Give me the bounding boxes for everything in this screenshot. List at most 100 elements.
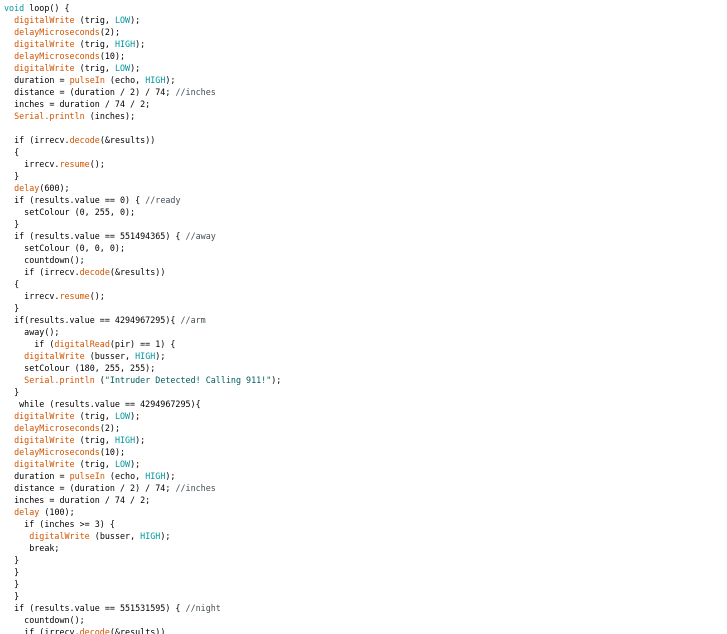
code-editor[interactable]: void loop() { digitalWrite (trig, LOW); … (4, 2, 724, 634)
code-function: decode (79, 267, 110, 277)
code-function: delay (14, 507, 40, 517)
code-line[interactable]: distance = (duration / 2) / 74; //inches (4, 86, 724, 98)
code-function: Serial.println (14, 111, 85, 121)
code-line[interactable]: { (4, 146, 724, 158)
code-line[interactable] (4, 122, 724, 134)
code-text: } (4, 591, 20, 601)
code-function: resume (59, 159, 90, 169)
code-text: setColour (180, 255, 255); (4, 363, 156, 373)
code-line[interactable]: delayMicroseconds(10); (4, 50, 724, 62)
code-line[interactable]: } (4, 578, 724, 590)
code-line[interactable]: if (irrecv.decode(&results)) (4, 626, 724, 634)
code-text: (10); (99, 51, 126, 61)
code-line[interactable]: if (irrecv.decode(&results)) (4, 134, 724, 146)
code-line[interactable]: delayMicroseconds(2); (4, 26, 724, 38)
code-text: (2); (99, 27, 120, 37)
code-line[interactable]: digitalWrite (trig, HIGH); (4, 38, 724, 50)
code-text: setColour (0, 0, 0); (4, 243, 126, 253)
code-text: setColour (0, 255, 0); (4, 207, 136, 217)
code-line[interactable]: if (digitalRead(pir) == 1) { (4, 338, 724, 350)
code-line[interactable]: digitalWrite (trig, LOW); (4, 410, 724, 422)
code-line[interactable]: digitalWrite (trig, LOW); (4, 14, 724, 26)
code-function: digitalRead (54, 339, 110, 349)
code-line[interactable]: distance = (duration / 2) / 74; //inches (4, 482, 724, 494)
code-text: (trig, (74, 411, 115, 421)
code-line[interactable]: { (4, 278, 724, 290)
code-text: (inches); (84, 111, 136, 121)
code-line[interactable]: duration = pulseIn (echo, HIGH); (4, 470, 724, 482)
code-text: (&results)) (109, 627, 166, 634)
code-text: ); (155, 351, 166, 361)
code-text: ( (94, 375, 105, 385)
code-line[interactable]: digitalWrite (trig, LOW); (4, 62, 724, 74)
code-text: { (4, 147, 20, 157)
code-function: digitalWrite (14, 435, 75, 445)
code-function: delayMicroseconds (14, 51, 100, 61)
code-text: ); (130, 459, 141, 469)
code-function: delayMicroseconds (14, 423, 100, 433)
code-text: } (4, 579, 20, 589)
code-line[interactable]: delayMicroseconds(10); (4, 446, 724, 458)
code-function: delayMicroseconds (14, 27, 100, 37)
code-function: digitalWrite (14, 63, 75, 73)
code-line[interactable]: countdown(); (4, 614, 724, 626)
code-text: (echo, (104, 471, 146, 481)
code-line[interactable]: } (4, 386, 724, 398)
code-line[interactable]: if (results.value == 0) { //ready (4, 194, 724, 206)
code-text: ); (135, 39, 146, 49)
code-line[interactable]: } (4, 590, 724, 602)
code-line[interactable]: } (4, 218, 724, 230)
code-line[interactable]: if(results.value == 4294967295){ //arm (4, 314, 724, 326)
code-line[interactable]: inches = duration / 74 / 2; (4, 494, 724, 506)
code-keyword: HIGH (145, 75, 166, 85)
code-line[interactable]: irrecv.resume(); (4, 290, 724, 302)
code-line[interactable]: delayMicroseconds(2); (4, 422, 724, 434)
code-line[interactable]: if (inches >= 3) { (4, 518, 724, 530)
code-function: digitalWrite (14, 411, 75, 421)
code-line[interactable]: } (4, 302, 724, 314)
code-line[interactable]: away(); (4, 326, 724, 338)
code-line[interactable]: countdown(); (4, 254, 724, 266)
code-line[interactable]: setColour (180, 255, 255); (4, 362, 724, 374)
code-line[interactable]: if (results.value == 551531595) { //nigh… (4, 602, 724, 614)
code-line[interactable]: } (4, 566, 724, 578)
code-keyword: LOW (114, 411, 131, 421)
code-line[interactable]: digitalWrite (busser, HIGH); (4, 530, 724, 542)
code-line[interactable]: break; (4, 542, 724, 554)
code-line[interactable]: setColour (0, 255, 0); (4, 206, 724, 218)
code-text: if (results.value == 0) { (4, 195, 146, 205)
code-keyword: HIGH (140, 531, 161, 541)
code-text: if (results.value == 551531595) { (4, 603, 186, 613)
code-line[interactable]: if (irrecv.decode(&results)) (4, 266, 724, 278)
code-line[interactable]: } (4, 170, 724, 182)
code-line[interactable]: void loop() { (4, 2, 724, 14)
code-line[interactable]: delay(600); (4, 182, 724, 194)
code-line[interactable]: duration = pulseIn (echo, HIGH); (4, 74, 724, 86)
code-text: { (4, 279, 20, 289)
code-keyword: HIGH (135, 351, 156, 361)
code-line[interactable]: digitalWrite (trig, HIGH); (4, 434, 724, 446)
code-line[interactable]: Serial.println ("Intruder Detected! Call… (4, 374, 724, 386)
code-line[interactable]: digitalWrite (busser, HIGH); (4, 350, 724, 362)
code-line[interactable]: delay (100); (4, 506, 724, 518)
code-line[interactable]: irrecv.resume(); (4, 158, 724, 170)
code-text: duration = (4, 471, 70, 481)
code-line[interactable]: } (4, 554, 724, 566)
code-line[interactable]: inches = duration / 74 / 2; (4, 98, 724, 110)
code-line[interactable]: digitalWrite (trig, LOW); (4, 458, 724, 470)
code-line[interactable]: while (results.value == 4294967295){ (4, 398, 724, 410)
code-text: (&results)) (99, 135, 156, 145)
code-keyword: HIGH (114, 39, 136, 49)
code-line[interactable]: Serial.println (inches); (4, 110, 724, 122)
code-line[interactable]: if (results.value == 551494365) { //away (4, 230, 724, 242)
code-line[interactable]: setColour (0, 0, 0); (4, 242, 724, 254)
code-text: while (results.value == 4294967295){ (4, 399, 201, 409)
code-text: ); (130, 411, 141, 421)
code-text: inches = duration / 74 / 2; (4, 99, 151, 109)
